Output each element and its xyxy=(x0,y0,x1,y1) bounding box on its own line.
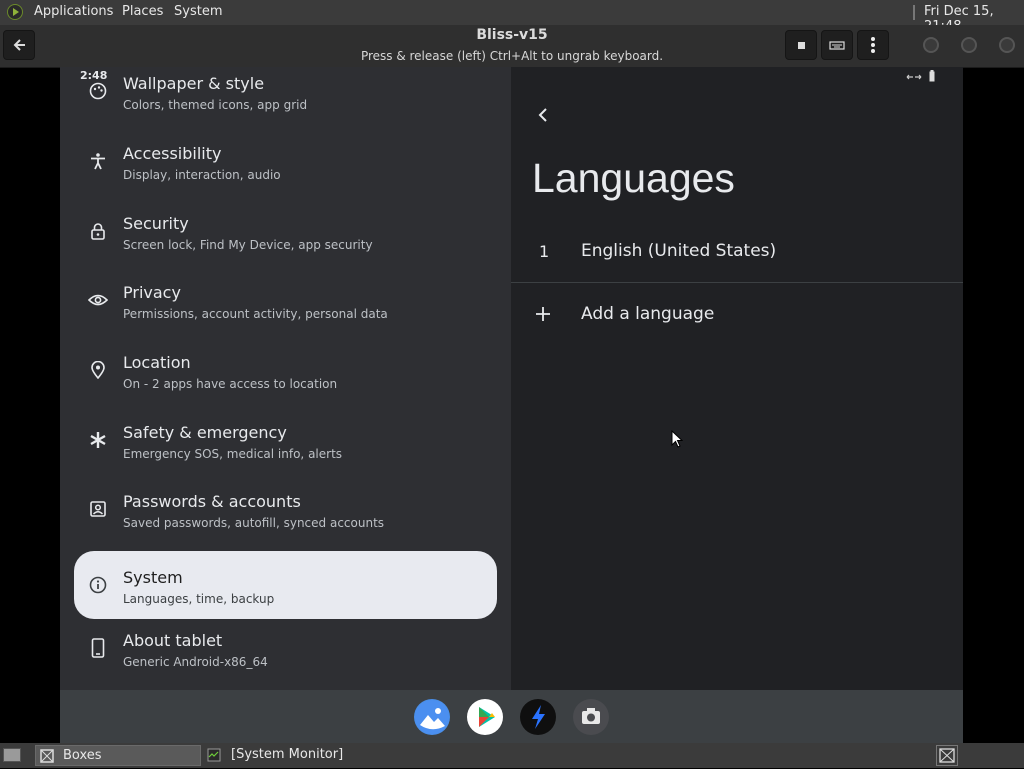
settings-item-title: Location xyxy=(123,353,191,372)
top-panel: Applications Places System Fri Dec 15, 2… xyxy=(0,0,1024,34)
settings-item-about-tablet[interactable]: About tablet Generic Android-x86_64 xyxy=(74,614,497,682)
show-desktop-icon[interactable] xyxy=(3,748,21,762)
camera-app-icon[interactable] xyxy=(573,699,609,735)
menu-places[interactable]: Places xyxy=(122,4,163,19)
menu-applications[interactable]: Applications xyxy=(34,4,113,19)
lightning-app-icon[interactable] xyxy=(520,699,556,735)
boxes-header-bar: Bliss-v15 Press & release (left) Ctrl+Al… xyxy=(0,25,1024,68)
settings-item-security[interactable]: Security Screen lock, Find My Device, app… xyxy=(74,197,497,265)
network-icon xyxy=(906,74,922,80)
settings-item-subtitle: Emergency SOS, medical info, alerts xyxy=(123,447,343,461)
settings-item-subtitle: Generic Android-x86_64 xyxy=(123,655,268,669)
kebab-menu-icon xyxy=(871,37,875,53)
settings-item-subtitle: On - 2 apps have access to location xyxy=(123,377,338,391)
settings-item-title: System xyxy=(123,568,183,587)
settings-item-subtitle: Screen lock, Find My Device, app securit… xyxy=(123,238,373,252)
gallery-app-icon[interactable] xyxy=(414,699,450,735)
plus-icon xyxy=(536,307,550,321)
task-label: Boxes xyxy=(63,748,102,763)
mouse-cursor-icon xyxy=(671,430,683,448)
page-title: Languages xyxy=(532,155,735,201)
task-label: [System Monitor] xyxy=(231,747,344,762)
settings-item-subtitle: Permissions, account activity, personal … xyxy=(123,307,388,321)
language-rank: 1 xyxy=(539,242,550,261)
accessibility-icon xyxy=(88,151,108,171)
palette-icon xyxy=(88,81,108,101)
settings-item-title: Passwords & accounts xyxy=(123,492,301,511)
language-name: English (United States) xyxy=(581,241,777,261)
divider xyxy=(511,282,963,283)
language-item[interactable]: 1 English (United States) xyxy=(511,222,963,284)
status-bar-time: 2:48 xyxy=(80,69,108,82)
settings-item-title: Wallpaper & style xyxy=(123,74,265,93)
settings-item-privacy[interactable]: Privacy Permissions, account activity, pe… xyxy=(74,266,497,334)
stop-icon xyxy=(797,41,805,49)
workspace-switcher[interactable] xyxy=(936,745,958,766)
keyboard-icon xyxy=(829,41,845,50)
settings-item-title: Privacy xyxy=(123,283,181,302)
battery-icon xyxy=(929,70,935,82)
settings-item-safety-emergency[interactable]: Safety & emergency Emergency SOS, medical… xyxy=(74,406,497,474)
task-boxes[interactable]: Boxes xyxy=(35,745,201,766)
settings-item-subtitle: Saved passwords, autofill, synced accoun… xyxy=(123,516,385,530)
settings-item-passwords-accounts[interactable]: Passwords & accounts Saved passwords, aut… xyxy=(74,475,497,543)
maximize-button[interactable] xyxy=(961,37,977,53)
android-screen[interactable]: Wallpaper & style Colors, themed icons, a… xyxy=(60,67,963,743)
fullscreen-button[interactable] xyxy=(785,30,817,60)
add-language-button[interactable]: Add a language xyxy=(511,285,963,347)
minimize-button[interactable] xyxy=(923,37,939,53)
settings-item-system[interactable]: System Languages, time, backup xyxy=(74,551,497,619)
settings-item-accessibility[interactable]: Accessibility Display, interaction, audio xyxy=(74,127,497,195)
tablet-icon xyxy=(88,638,108,658)
system-monitor-icon xyxy=(207,748,221,762)
settings-item-subtitle: Languages, time, backup xyxy=(123,592,275,606)
close-button[interactable] xyxy=(999,37,1015,53)
task-system-monitor[interactable]: [System Monitor] xyxy=(203,745,369,766)
back-arrow-icon[interactable] xyxy=(537,107,549,123)
boxes-app-icon xyxy=(40,749,54,763)
keys-button[interactable] xyxy=(821,30,853,60)
account-box-icon xyxy=(88,499,108,519)
settings-item-title: About tablet xyxy=(123,631,223,650)
settings-item-location[interactable]: Location On - 2 apps have access to locat… xyxy=(74,336,497,404)
info-icon xyxy=(88,575,108,595)
settings-item-subtitle: Display, interaction, audio xyxy=(123,168,281,182)
play-store-app-icon[interactable] xyxy=(467,699,503,735)
settings-item-title: Security xyxy=(123,214,189,233)
menu-button[interactable] xyxy=(857,30,889,60)
bottom-taskbar: Boxes [System Monitor] xyxy=(0,743,1024,768)
panel-separator xyxy=(913,5,915,20)
settings-item-subtitle: Colors, themed icons, app grid xyxy=(123,98,308,112)
settings-list[interactable]: Wallpaper & style Colors, themed icons, a… xyxy=(60,67,511,690)
settings-item-wallpaper-style[interactable]: Wallpaper & style Colors, themed icons, a… xyxy=(74,67,497,125)
android-navigation-bar xyxy=(60,690,963,743)
workspace-icon xyxy=(939,748,955,763)
languages-pane: Languages 1 English (United States) Add … xyxy=(511,67,963,690)
settings-item-title: Accessibility xyxy=(123,144,222,163)
lock-icon xyxy=(88,221,108,241)
settings-item-title: Safety & emergency xyxy=(123,423,287,442)
gnome-foot-icon[interactable] xyxy=(7,4,23,20)
location-pin-icon xyxy=(88,360,108,380)
eye-icon xyxy=(88,290,108,310)
menu-system[interactable]: System xyxy=(174,4,222,19)
asterisk-icon xyxy=(88,430,108,450)
add-language-label: Add a language xyxy=(581,304,715,324)
